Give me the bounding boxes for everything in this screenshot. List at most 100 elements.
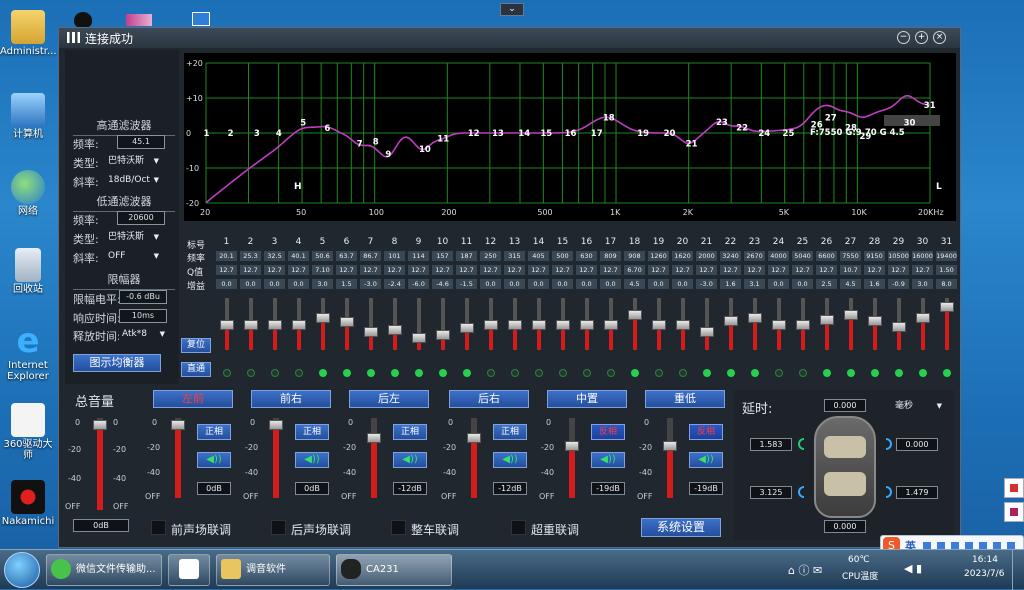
band-gain-4[interactable]: 0.0 xyxy=(288,279,309,289)
checkbox-car-link[interactable] xyxy=(391,520,406,535)
lowpass-freq-field[interactable]: 20600 xyxy=(117,211,165,225)
band-gain-23[interactable]: 3.1 xyxy=(744,279,765,289)
band-freq-16[interactable]: 630 xyxy=(576,251,597,261)
channel-fader-knob[interactable] xyxy=(565,440,579,451)
band-slider-3[interactable] xyxy=(268,298,282,350)
phase-button[interactable]: 反相 xyxy=(591,424,625,440)
band-q-19[interactable]: 12.7 xyxy=(648,265,669,275)
band-gain-16[interactable]: 0.0 xyxy=(576,279,597,289)
band-q-25[interactable]: 12.7 xyxy=(792,265,813,275)
band-q-9[interactable]: 12.7 xyxy=(408,265,429,275)
band-freq-23[interactable]: 2670 xyxy=(744,251,765,261)
band-slider-12[interactable] xyxy=(484,298,498,350)
band-slider-20[interactable] xyxy=(676,298,690,350)
band-enable-led-10[interactable] xyxy=(439,369,447,377)
band-q-10[interactable]: 12.7 xyxy=(432,265,453,275)
channel-name[interactable]: 左前 xyxy=(153,390,233,408)
limiter-level-field[interactable]: -0.6 dBu xyxy=(119,290,167,304)
desktop-icon-ie[interactable]: e Internet Explorer xyxy=(0,324,56,382)
band-freq-17[interactable]: 809 xyxy=(600,251,621,261)
slider-knob[interactable] xyxy=(532,320,546,330)
mute-speaker-icon[interactable]: ◀)) xyxy=(393,452,427,468)
band-q-4[interactable]: 12.7 xyxy=(288,265,309,275)
slider-knob[interactable] xyxy=(700,326,714,337)
delay-unit-select[interactable]: 毫秒 xyxy=(892,399,944,413)
band-enable-led-6[interactable] xyxy=(343,369,351,377)
band-slider-6[interactable] xyxy=(340,298,354,350)
band-q-24[interactable]: 12.7 xyxy=(768,265,789,275)
band-enable-led-21[interactable] xyxy=(703,369,711,377)
start-button[interactable] xyxy=(4,552,40,588)
band-freq-19[interactable]: 1260 xyxy=(648,251,669,261)
band-freq-31[interactable]: 19400 xyxy=(936,251,957,261)
channel-fader-knob[interactable] xyxy=(171,420,185,430)
slider-knob[interactable] xyxy=(508,320,522,330)
band-q-17[interactable]: 12.7 xyxy=(600,265,621,275)
band-q-16[interactable]: 12.7 xyxy=(576,265,597,275)
taskbar-item-tuning[interactable]: 调音软件 xyxy=(216,554,330,586)
band-gain-29[interactable]: -0.9 xyxy=(888,279,909,289)
desktop-icon-network[interactable]: 网络 xyxy=(0,170,56,217)
slider-knob[interactable] xyxy=(748,313,762,324)
slider-knob[interactable] xyxy=(412,333,426,344)
slider-knob[interactable] xyxy=(916,313,930,324)
slider-knob[interactable] xyxy=(484,320,498,330)
slider-knob[interactable] xyxy=(604,320,618,330)
band-freq-11[interactable]: 187 xyxy=(456,251,477,261)
band-gain-22[interactable]: 1.6 xyxy=(720,279,741,289)
slider-knob[interactable] xyxy=(244,320,258,330)
monitor-icon[interactable] xyxy=(192,12,210,26)
slider-knob[interactable] xyxy=(436,330,450,341)
band-q-7[interactable]: 12.7 xyxy=(360,265,381,275)
band-slider-26[interactable] xyxy=(820,298,834,350)
band-enable-led-13[interactable] xyxy=(511,369,519,377)
band-gain-17[interactable]: 0.0 xyxy=(600,279,621,289)
band-q-31[interactable]: 1.50 xyxy=(936,265,957,275)
taskbar-item-wechat[interactable]: 微信文件传输助... xyxy=(46,554,162,586)
slider-knob[interactable] xyxy=(940,302,954,313)
app-icon[interactable] xyxy=(126,14,152,26)
band-gain-30[interactable]: 3.0 xyxy=(912,279,933,289)
band-slider-5[interactable] xyxy=(316,298,330,350)
mute-speaker-icon[interactable]: ◀)) xyxy=(689,452,723,468)
slider-knob[interactable] xyxy=(844,310,858,321)
band-gain-24[interactable]: 0.0 xyxy=(768,279,789,289)
band-slider-28[interactable] xyxy=(868,298,882,350)
band-enable-led-1[interactable] xyxy=(223,369,231,377)
band-gain-26[interactable]: 2.5 xyxy=(816,279,837,289)
band-gain-27[interactable]: 4.5 xyxy=(840,279,861,289)
band-freq-15[interactable]: 500 xyxy=(552,251,573,261)
band-enable-led-9[interactable] xyxy=(415,369,423,377)
band-enable-led-30[interactable] xyxy=(919,369,927,377)
phase-button[interactable]: 正相 xyxy=(493,424,527,440)
band-gain-9[interactable]: -6.0 xyxy=(408,279,429,289)
clock-time[interactable]: 16:14 xyxy=(972,555,998,565)
band-enable-led-26[interactable] xyxy=(823,369,831,377)
band-q-12[interactable]: 12.7 xyxy=(480,265,501,275)
side-icon-red[interactable] xyxy=(1004,478,1024,498)
qq-icon[interactable] xyxy=(74,12,92,28)
slider-knob[interactable] xyxy=(340,316,354,327)
channel-fader-knob[interactable] xyxy=(467,433,481,444)
slider-knob[interactable] xyxy=(796,320,810,330)
lowpass-slope-select[interactable]: OFF xyxy=(105,249,161,263)
band-gain-13[interactable]: 0.0 xyxy=(504,279,525,289)
band-q-22[interactable]: 12.7 xyxy=(720,265,741,275)
phase-button[interactable]: 正相 xyxy=(295,424,329,440)
show-desktop-button[interactable] xyxy=(1012,550,1024,590)
desktop-icon-recycle[interactable]: 回收站 xyxy=(0,248,56,295)
taskbar-item-ca231[interactable]: CA231 xyxy=(336,554,452,586)
delay-left-front-field[interactable]: 1.583 xyxy=(750,438,792,451)
band-slider-31[interactable] xyxy=(940,298,954,350)
bypass-button[interactable]: 直通 xyxy=(181,362,211,377)
band-freq-3[interactable]: 32.5 xyxy=(264,251,285,261)
slider-knob[interactable] xyxy=(772,320,786,330)
channel-name[interactable]: 后右 xyxy=(449,390,529,408)
band-gain-28[interactable]: 1.6 xyxy=(864,279,885,289)
band-slider-11[interactable] xyxy=(460,298,474,350)
top-chevron[interactable]: ⌄ xyxy=(500,3,524,16)
close-icon[interactable]: × xyxy=(933,31,946,44)
band-gain-19[interactable]: 0.0 xyxy=(648,279,669,289)
band-enable-led-5[interactable] xyxy=(319,369,327,377)
band-freq-20[interactable]: 1620 xyxy=(672,251,693,261)
